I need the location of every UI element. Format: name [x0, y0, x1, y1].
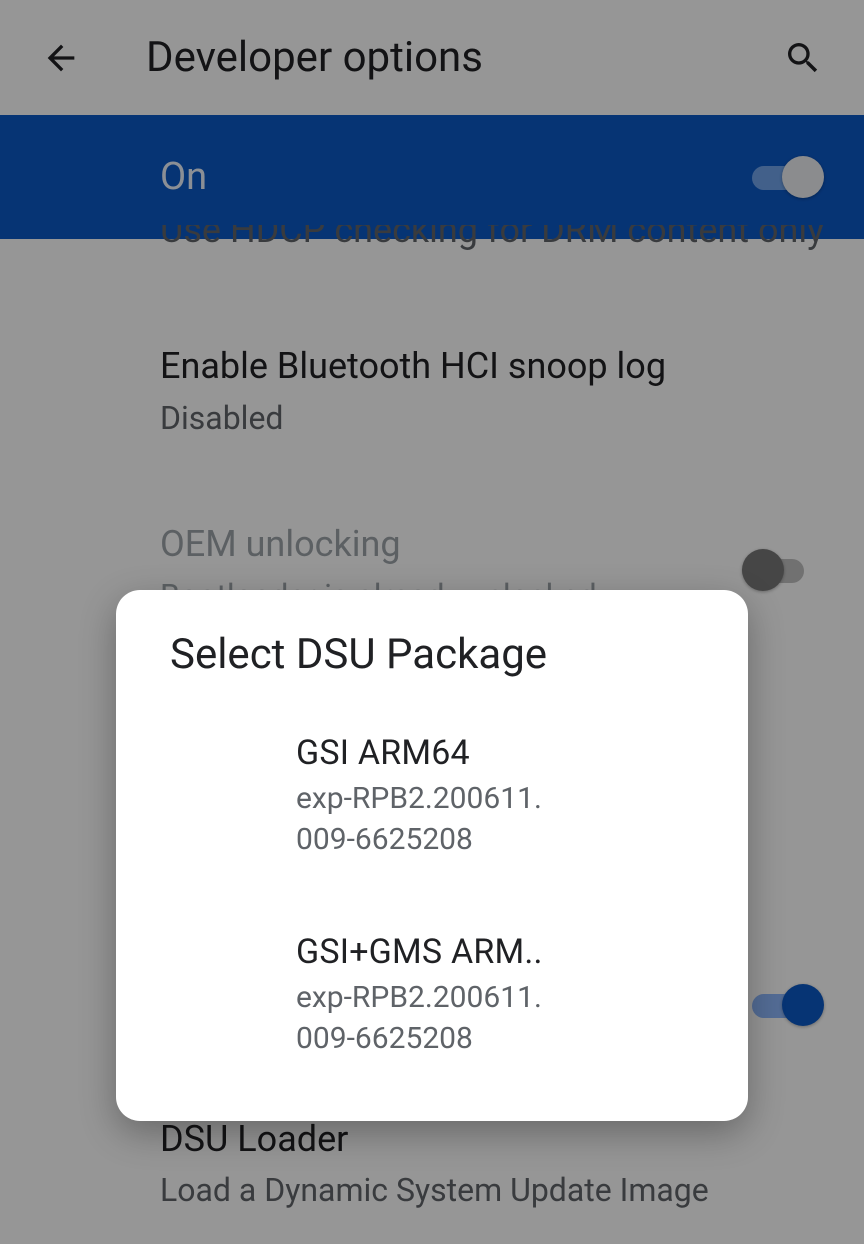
- option-title: GSI ARM64: [296, 733, 694, 773]
- option-subtitle: exp-RPB2.200611.009-6625208: [296, 978, 694, 1059]
- dialog-title: Select DSU Package: [116, 630, 748, 679]
- option-subtitle: exp-RPB2.200611.009-6625208: [296, 779, 694, 860]
- dsu-option-gsi-arm64[interactable]: GSI ARM64 exp-RPB2.200611.009-6625208: [116, 715, 748, 878]
- dsu-option-gsi-gms-arm[interactable]: GSI+GMS ARM.. exp-RPB2.200611.009-662520…: [116, 914, 748, 1077]
- dsu-package-dialog: Select DSU Package GSI ARM64 exp-RPB2.20…: [116, 590, 748, 1121]
- option-title: GSI+GMS ARM..: [296, 932, 694, 972]
